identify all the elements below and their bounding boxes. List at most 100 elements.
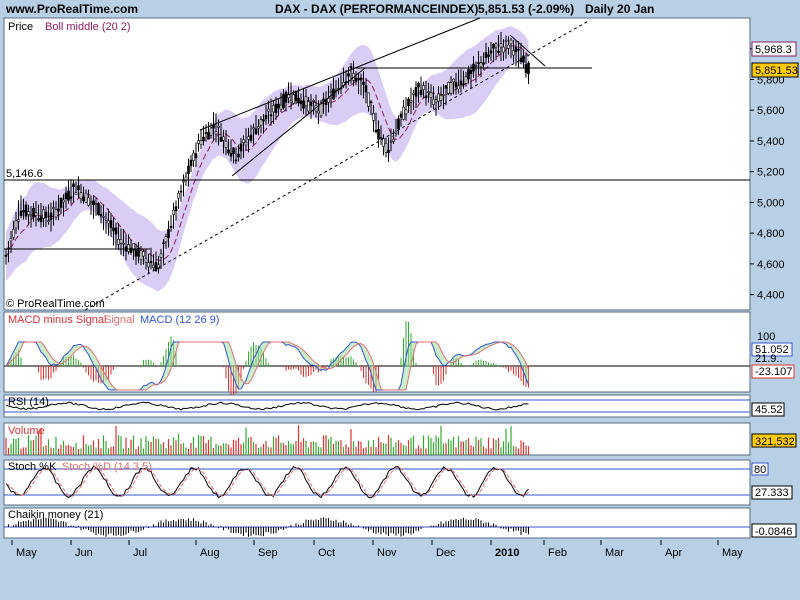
candle-body xyxy=(277,103,280,109)
candle-body xyxy=(167,229,170,238)
candle-body xyxy=(452,78,455,83)
candle-body xyxy=(72,183,75,187)
candle-body xyxy=(384,142,388,153)
x-tick-label: Apr xyxy=(665,547,682,559)
candle-body xyxy=(469,69,473,74)
candle-body xyxy=(192,152,195,161)
candle-body xyxy=(27,211,30,215)
candle-body xyxy=(84,192,88,203)
candle-body xyxy=(259,119,263,126)
rsi-badge: 45.52 xyxy=(755,404,783,416)
candle-body xyxy=(389,140,393,143)
candle-body xyxy=(524,64,528,73)
stoch-label-d: Stoch %D (14 3 5) xyxy=(62,461,152,473)
candle-body xyxy=(229,153,233,157)
candle-body xyxy=(37,218,40,221)
candle-body xyxy=(164,236,168,243)
y-tick-label: 4,400 xyxy=(757,290,785,302)
candle-body xyxy=(194,153,198,159)
candle-body xyxy=(127,244,130,252)
candle-body xyxy=(214,131,218,135)
candle-body xyxy=(117,239,120,245)
candle-body xyxy=(442,94,445,96)
candle-body xyxy=(224,140,228,148)
x-tick-label: Dec xyxy=(436,547,456,559)
candle-body xyxy=(379,137,383,139)
candle-body xyxy=(434,99,438,103)
candle-body xyxy=(374,129,378,133)
candle-body xyxy=(359,77,363,81)
candle-body xyxy=(349,66,353,69)
candle-body xyxy=(392,138,395,142)
price-panel[interactable] xyxy=(3,17,751,311)
candle-body xyxy=(249,134,253,141)
candle-body xyxy=(187,165,190,174)
candle-body xyxy=(47,220,50,222)
y-tick-label: 4,600 xyxy=(757,259,785,271)
candle-body xyxy=(279,104,283,110)
candle-body xyxy=(482,62,485,65)
candle-body xyxy=(464,76,468,84)
candle-body xyxy=(209,127,213,136)
candle-body xyxy=(284,92,288,103)
candle-body xyxy=(12,229,15,238)
candle-body xyxy=(197,140,200,144)
candle-body xyxy=(69,196,73,199)
candle-body xyxy=(294,90,298,102)
chart-canvas[interactable]: Price Boll middle (20 2) © ProRealTime.c… xyxy=(0,0,800,600)
candle-body xyxy=(304,96,308,107)
candle-body xyxy=(454,82,458,88)
candle-body xyxy=(477,62,480,64)
candle-body xyxy=(139,250,143,261)
candle-body xyxy=(49,212,53,221)
candle-body xyxy=(34,212,38,216)
macd-label-signal: Signal xyxy=(104,314,135,326)
candle-body xyxy=(217,125,220,128)
candle-body xyxy=(499,43,503,48)
candle-body xyxy=(427,91,430,93)
candle-body xyxy=(387,149,390,154)
candle-body xyxy=(507,44,510,49)
candle-body xyxy=(429,92,433,98)
candle-body xyxy=(32,207,35,218)
candle-body xyxy=(22,210,25,213)
candle-body xyxy=(29,214,33,217)
candle-body xyxy=(232,147,235,154)
candle-body xyxy=(219,137,223,142)
candle-body xyxy=(402,106,405,120)
price-y-axis: 6,0005,8005,6005,4005,2005,0004,8004,600… xyxy=(750,44,785,302)
candle-body xyxy=(364,85,368,93)
candle-body xyxy=(419,89,423,95)
candle-body xyxy=(42,209,45,219)
candle-body xyxy=(234,159,238,162)
candle-body xyxy=(407,98,410,107)
candle-body xyxy=(57,208,60,212)
candle-body xyxy=(372,113,375,121)
candle-body xyxy=(272,105,275,113)
legend-price: Price xyxy=(8,21,33,33)
y-tick-label: 5,400 xyxy=(757,136,785,148)
candle-body xyxy=(269,114,273,117)
candle-body xyxy=(264,114,268,120)
legend-boll-middle: Boll middle (20 2) xyxy=(45,21,131,33)
candle-body xyxy=(459,80,463,86)
candle-body xyxy=(484,52,488,59)
candle-body xyxy=(182,180,185,183)
candle-body xyxy=(179,190,183,193)
candle-body xyxy=(462,83,465,86)
candle-body xyxy=(417,83,420,88)
candle-body xyxy=(44,211,48,218)
candle-body xyxy=(262,119,265,122)
candle-body xyxy=(199,140,203,145)
candle-body xyxy=(64,192,68,200)
candle-body xyxy=(512,50,515,56)
candle-body xyxy=(104,218,108,221)
candle-body xyxy=(422,85,425,90)
candle-body xyxy=(494,43,498,48)
candle-body xyxy=(109,220,113,228)
candle-body xyxy=(354,77,358,82)
candle-body xyxy=(292,94,295,104)
chaikin-label: Chaikin money (21) xyxy=(8,509,103,521)
volume-badge: 321,532 xyxy=(755,436,795,448)
rsi-panel[interactable] xyxy=(3,394,751,418)
